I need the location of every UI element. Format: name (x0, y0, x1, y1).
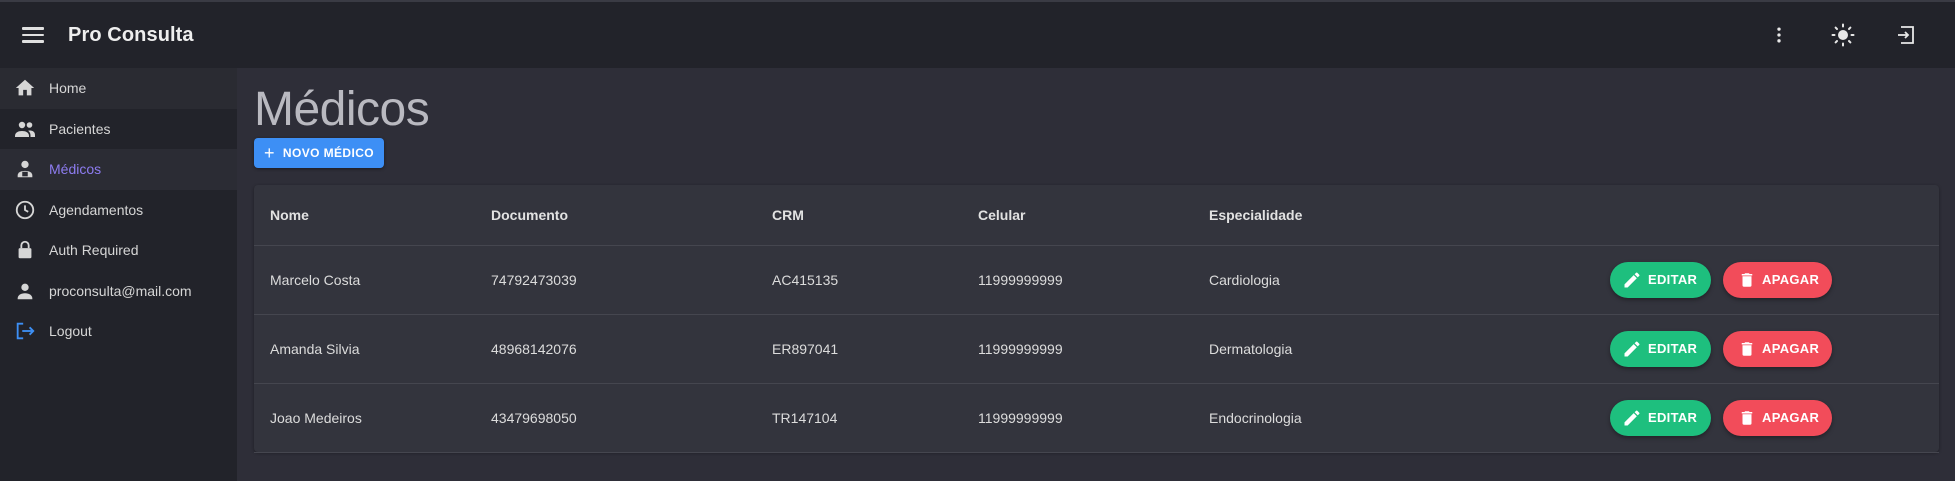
table-row: Joao Medeiros 43479698050 TR147104 11999… (254, 383, 1939, 453)
sidebar-item-home[interactable]: Home (0, 68, 237, 109)
column-header-actions (1594, 185, 1939, 246)
column-header-crm[interactable]: CRM (756, 185, 962, 246)
sidebar-item-label: Pacientes (49, 120, 111, 137)
cell-actions: EDITAR APAGAR (1594, 314, 1939, 384)
edit-button-label: EDITAR (1648, 341, 1698, 356)
table-row: Amanda Silvia 48968142076 ER897041 11999… (254, 314, 1939, 384)
column-header-especialidade[interactable]: Especialidade (1193, 185, 1594, 246)
sidebar-item-auth-required[interactable]: Auth Required (0, 230, 237, 271)
clock-icon (13, 198, 37, 222)
sidebar-item-label: proconsulta@mail.com (49, 282, 192, 299)
menu-icon[interactable] (22, 24, 44, 46)
delete-button[interactable]: APAGAR (1723, 399, 1832, 436)
home-icon (13, 76, 37, 100)
medicos-table: Nome Documento CRM Celular Especialidade… (254, 185, 1939, 453)
logout-icon (13, 319, 37, 343)
sidebar-item-logout[interactable]: Logout (0, 311, 237, 352)
pencil-icon (1624, 271, 1640, 287)
edit-button[interactable]: EDITAR (1610, 261, 1711, 298)
new-medico-button-label: NOVO MÉDICO (282, 146, 374, 160)
cell-crm: ER897041 (756, 314, 962, 384)
sidebar-item-label: Médicos (49, 161, 102, 178)
cell-actions: EDITAR APAGAR (1594, 383, 1939, 453)
column-header-celular[interactable]: Celular (962, 185, 1193, 246)
sidebar: Home Pacientes Médicos Agendamentos Auth… (0, 68, 237, 481)
medicos-table-card: Nome Documento CRM Celular Especialidade… (254, 185, 1939, 453)
delete-button-label: APAGAR (1762, 410, 1820, 425)
sidebar-item-label: Home (49, 80, 87, 97)
main-content: Médicos + NOVO MÉDICO Nome Documento CRM… (237, 68, 1955, 481)
cell-nome: Amanda Silvia (254, 314, 475, 384)
app-title: Pro Consulta (68, 23, 194, 46)
cell-celular: 11999999999 (962, 383, 1193, 453)
edit-button[interactable]: EDITAR (1610, 399, 1711, 436)
appbar-actions (1759, 2, 1927, 68)
more-vert-icon[interactable] (1759, 15, 1799, 55)
column-header-documento[interactable]: Documento (475, 185, 756, 246)
cell-crm: AC415135 (756, 245, 962, 315)
delete-button[interactable]: APAGAR (1723, 261, 1832, 298)
sidebar-item-medicos[interactable]: Médicos (0, 149, 237, 190)
sidebar-item-agendamentos[interactable]: Agendamentos (0, 190, 237, 231)
cell-nome: Marcelo Costa (254, 245, 475, 315)
cell-especialidade: Dermatologia (1193, 314, 1594, 384)
cell-documento: 74792473039 (475, 245, 756, 315)
cell-documento: 48968142076 (475, 314, 756, 384)
cell-actions: EDITAR APAGAR (1594, 245, 1939, 315)
sidebar-item-label: Logout (49, 323, 92, 340)
sidebar-item-account[interactable]: proconsulta@mail.com (0, 271, 237, 312)
cell-especialidade: Endocrinologia (1193, 383, 1594, 453)
cell-celular: 11999999999 (962, 245, 1193, 315)
delete-button-label: APAGAR (1762, 272, 1820, 287)
theme-toggle-sun-icon[interactable] (1823, 15, 1863, 55)
trash-icon (1741, 341, 1753, 356)
sidebar-item-label: Agendamentos (49, 201, 144, 218)
lock-icon (13, 238, 37, 262)
people-icon (13, 117, 37, 141)
pencil-icon (1624, 409, 1640, 425)
sidebar-item-label: Auth Required (49, 242, 139, 259)
edit-button-label: EDITAR (1648, 272, 1698, 287)
app-bar: Pro Consulta (0, 0, 1955, 68)
cell-celular: 11999999999 (962, 314, 1193, 384)
plus-icon: + (264, 143, 275, 163)
new-medico-button[interactable]: + NOVO MÉDICO (254, 138, 384, 168)
page-title: Médicos (254, 83, 430, 136)
pencil-icon (1624, 340, 1640, 356)
delete-button-label: APAGAR (1762, 341, 1820, 356)
cell-crm: TR147104 (756, 383, 962, 453)
edit-button[interactable]: EDITAR (1610, 330, 1711, 367)
person-icon (13, 279, 37, 303)
delete-button[interactable]: APAGAR (1723, 330, 1832, 367)
trash-icon (1741, 272, 1753, 287)
trash-icon (1741, 410, 1753, 425)
column-header-nome[interactable]: Nome (254, 185, 475, 246)
sidebar-item-pacientes[interactable]: Pacientes (0, 109, 237, 150)
person-badge-icon (13, 157, 37, 181)
table-header-row: Nome Documento CRM Celular Especialidade (254, 185, 1939, 246)
table-row: Marcelo Costa 74792473039 AC415135 11999… (254, 245, 1939, 315)
logout-icon[interactable] (1887, 15, 1927, 55)
cell-especialidade: Cardiologia (1193, 245, 1594, 315)
edit-button-label: EDITAR (1648, 410, 1698, 425)
cell-documento: 43479698050 (475, 383, 756, 453)
cell-nome: Joao Medeiros (254, 383, 475, 453)
